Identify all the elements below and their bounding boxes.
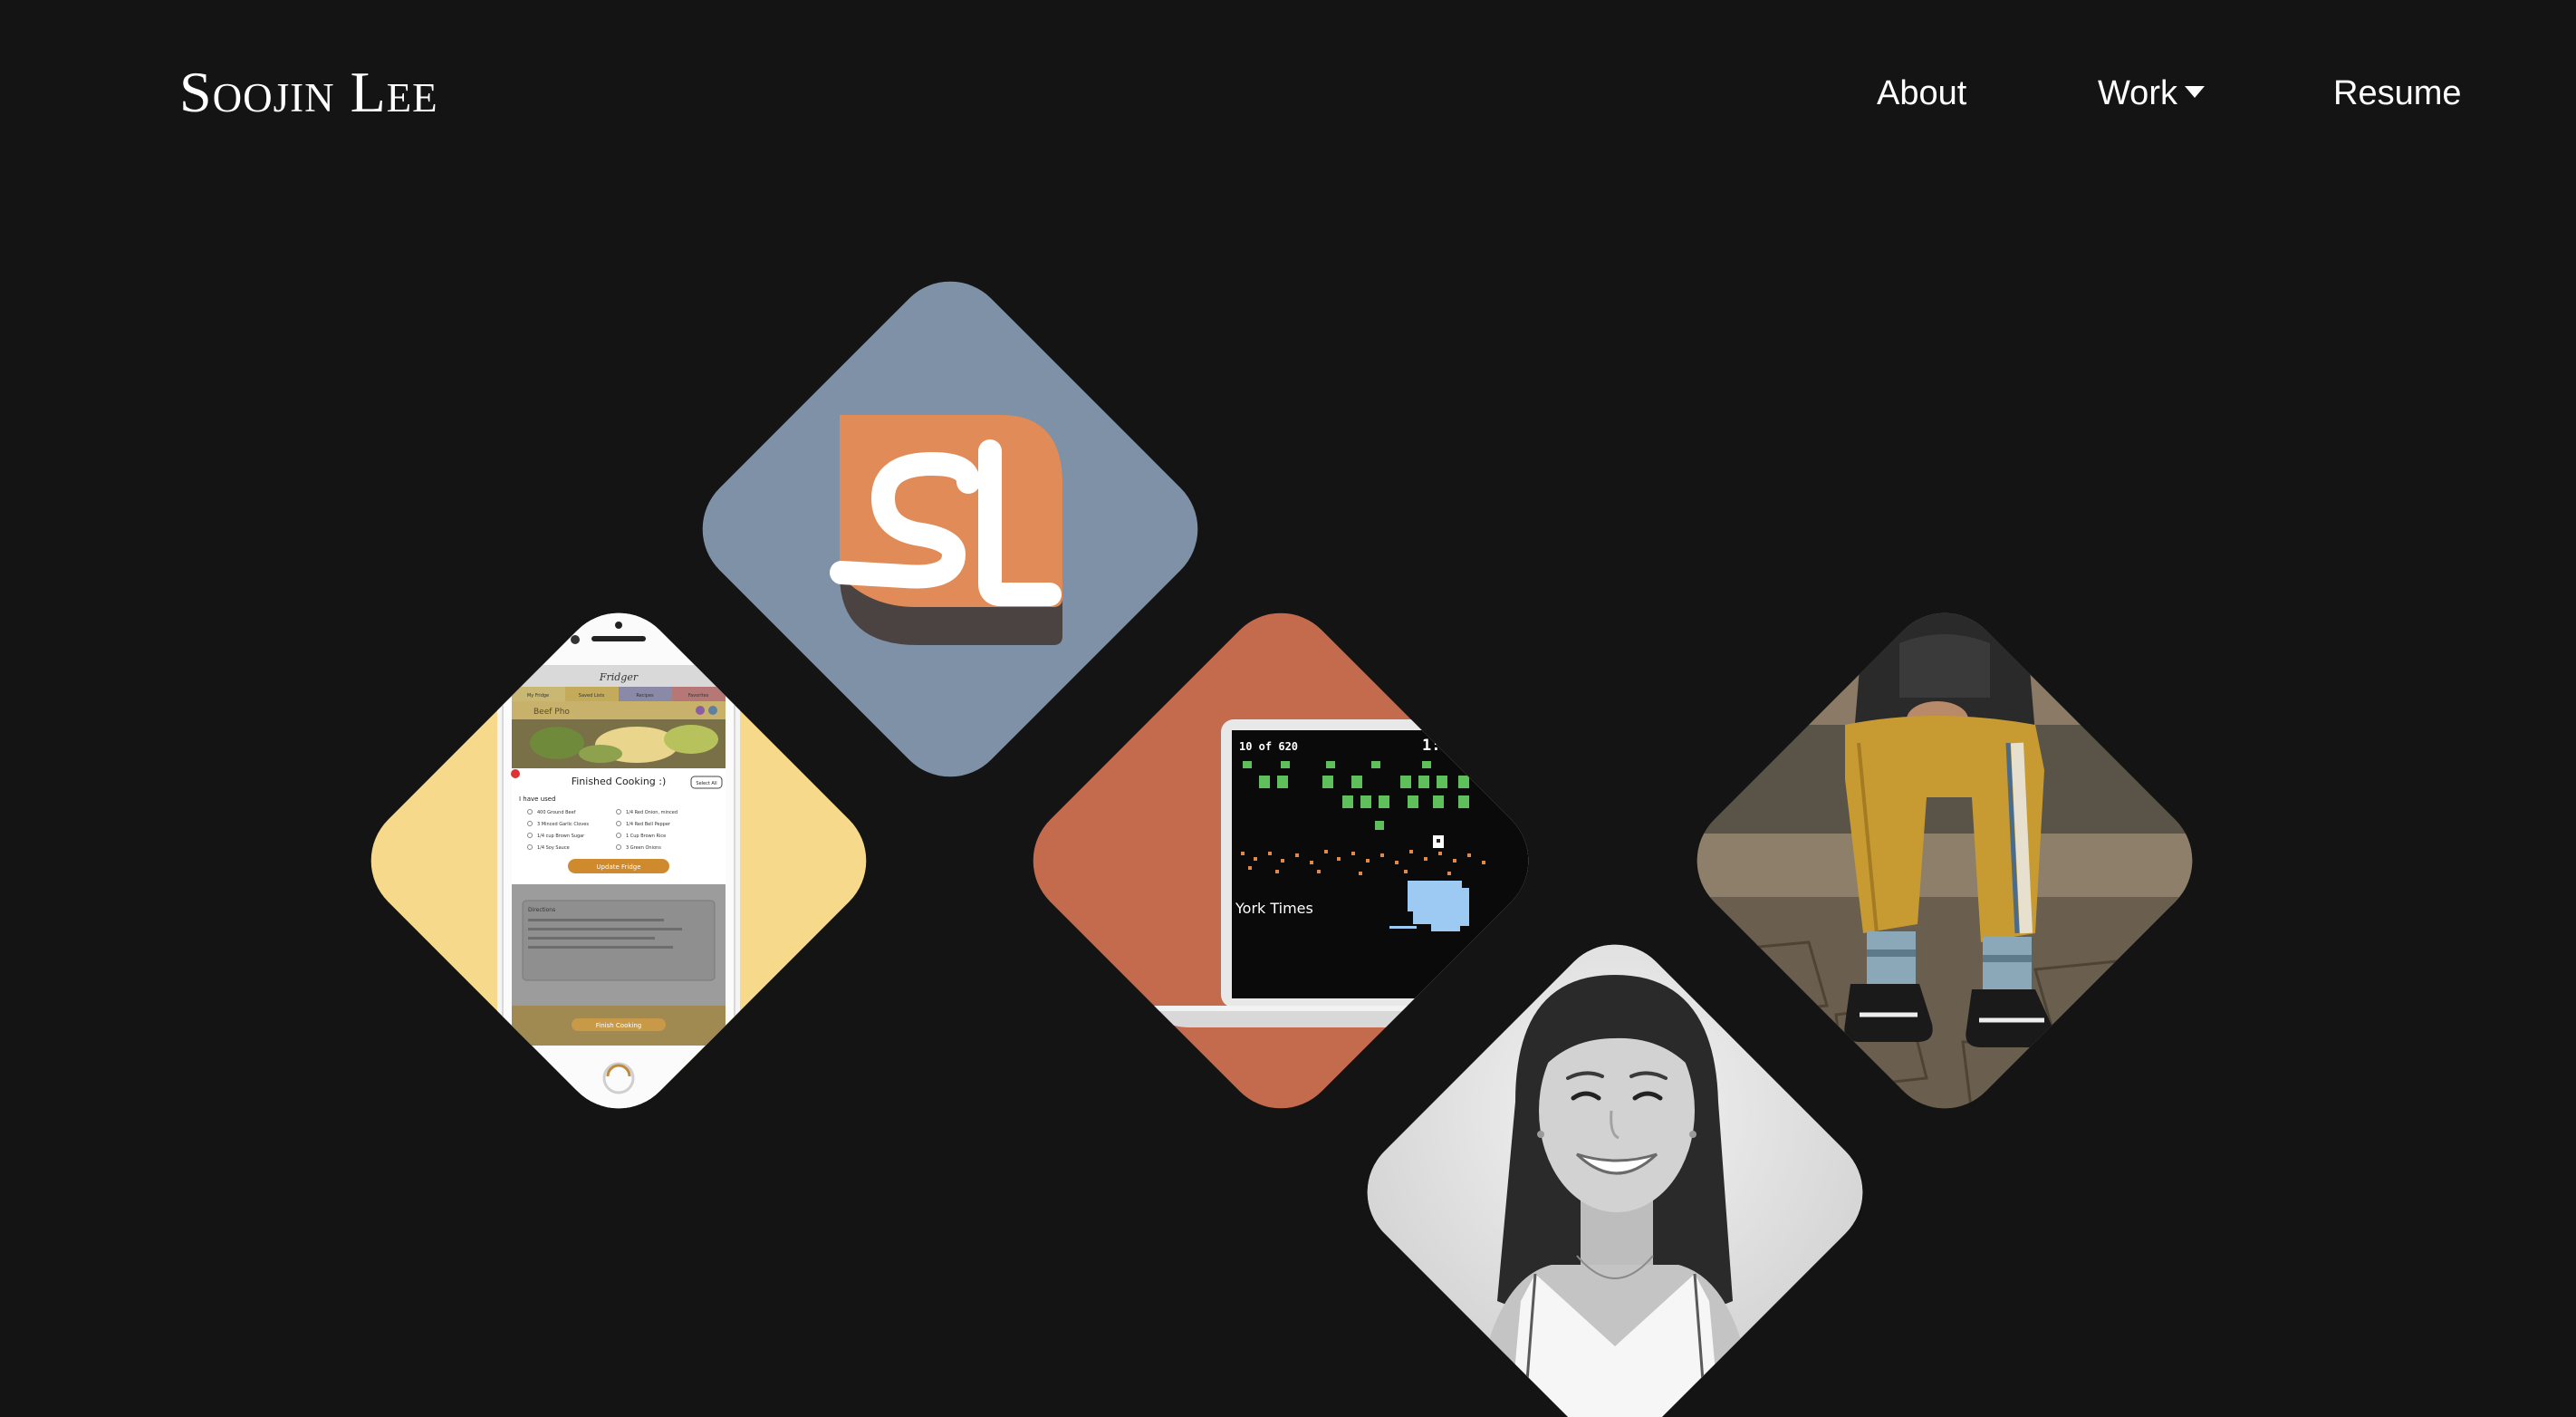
portrait-about-tile[interactable] [1343,921,1887,1417]
ingredient-item: 1/4 Red Bell Pepper [626,822,671,827]
phone-mockup: Fridger My Fridge Saved Lists Recipes Fa… [497,594,740,1133]
ingredient-item: 3 Minced Garlic Cloves [537,822,589,827]
ingredient-item: 400 Ground Beef [537,810,576,815]
game-caption: York Times [1235,900,1313,917]
recipe-title: Beef Pho [533,708,570,717]
ingredient-item: 1/4 Soy Sauce [537,845,570,851]
caret-down-icon [2184,86,2205,99]
game-timer: 1:07 [1422,737,1459,755]
game-score: 10 of 620 [1239,740,1298,753]
directions-label: Directions [528,907,555,913]
select-all-button[interactable]: Select All [696,781,716,786]
fridger-tab: Recipes [636,693,654,699]
nav-resume-link[interactable]: Resume [2333,62,2462,125]
nav-work-dropdown[interactable]: Work [2098,62,2205,125]
finish-cooking-button[interactable]: Finish Cooking [596,1022,641,1029]
fridger-tab: Favorites [688,693,709,699]
portrait-tile-shape [1343,921,1887,1417]
nav-about-link[interactable]: About [1877,62,1966,125]
update-fridge-button[interactable]: Update Fridge [596,863,640,871]
ingredient-item: 1/4 Red Onion, minced [626,810,678,815]
nav-work-label: Work [2098,74,2177,112]
portrait-photo [1343,921,1887,1417]
used-label: I have used [519,795,556,803]
ingredient-item: 1 Cup Brown Rice [626,834,666,839]
fridger-tab: My Fridge [527,693,549,699]
modal-title: Finished Cooking :) [572,776,667,787]
fridger-tile-shape: Fridger My Fridge Saved Lists Recipes Fa… [347,589,890,1133]
fridger-tab: Saved Lists [579,693,605,699]
fridger-app-name: Fridger [599,671,639,683]
fridger-project-tile[interactable]: Fridger My Fridge Saved Lists Recipes Fa… [347,589,890,1133]
ingredient-item: 3 Green Onions [626,845,661,851]
main-nav: About Work Resume [0,62,2576,125]
ingredient-item: 1/4 cup Brown Sugar [537,834,585,839]
